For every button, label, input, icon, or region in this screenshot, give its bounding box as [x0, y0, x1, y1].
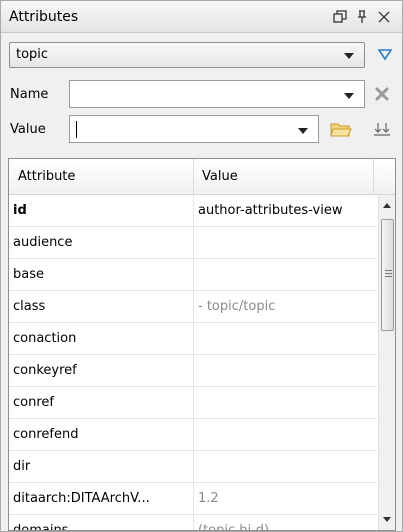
value-combo[interactable]	[69, 115, 319, 143]
chevron-down-icon[interactable]	[344, 93, 354, 99]
attribute-name-cell[interactable]: dir	[9, 451, 194, 483]
attribute-name-cell[interactable]: conaction	[9, 323, 194, 355]
table-row[interactable]: conaction	[9, 323, 377, 355]
remove-attribute-icon[interactable]	[371, 83, 393, 105]
attribute-value-cell[interactable]: (topic hi-d)	[194, 515, 377, 530]
attribute-value-cell[interactable]	[194, 259, 377, 291]
table-row[interactable]: dir	[9, 451, 377, 483]
attribute-name-cell[interactable]: base	[9, 259, 194, 291]
table-row[interactable]: class - topic/topic	[9, 291, 377, 323]
table-row[interactable]: domains (topic hi-d)	[9, 515, 377, 530]
element-select-value: topic	[16, 47, 49, 62]
attribute-value-cell[interactable]: - topic/topic	[194, 291, 377, 323]
scroll-down-icon[interactable]	[383, 517, 391, 522]
table-row[interactable]: conkeyref	[9, 355, 377, 387]
value-input[interactable]	[74, 119, 274, 139]
maximize-icon[interactable]	[330, 7, 350, 27]
chevron-down-icon	[344, 53, 354, 59]
attribute-name-cell[interactable]: conrefend	[9, 419, 194, 451]
attribute-name-cell[interactable]: domains	[9, 515, 194, 530]
column-header-value[interactable]: Value	[194, 159, 374, 195]
panel-title-bar: Attributes	[1, 1, 402, 33]
chevron-down-icon[interactable]	[298, 128, 308, 134]
attribute-name-cell[interactable]: conref	[9, 387, 194, 419]
pin-icon[interactable]	[352, 7, 372, 27]
name-input[interactable]	[74, 84, 324, 104]
panel-title: Attributes	[9, 9, 79, 25]
scroll-up-icon[interactable]	[383, 203, 391, 208]
table-row[interactable]: id author-attributes-view	[9, 195, 377, 227]
attribute-value-cell[interactable]: 1.2	[194, 483, 377, 515]
value-label: Value	[10, 122, 46, 137]
table-row[interactable]: audience	[9, 227, 377, 259]
attribute-value-cell[interactable]: author-attributes-view	[194, 195, 377, 227]
table-row[interactable]: base	[9, 259, 377, 291]
attribute-name-cell[interactable]: conkeyref	[9, 355, 194, 387]
attribute-name-cell[interactable]: ditaarch:DITAArchV...	[9, 483, 194, 515]
attributes-table: Attribute Value id author-attributes-view…	[8, 158, 396, 531]
vertical-scrollbar[interactable]	[378, 195, 395, 530]
name-label: Name	[10, 87, 49, 102]
close-icon[interactable]	[374, 7, 394, 27]
attribute-value-cell[interactable]	[194, 227, 377, 259]
table-header: Attribute Value	[9, 159, 395, 195]
attribute-value-cell[interactable]	[194, 419, 377, 451]
sort-icon[interactable]	[371, 118, 393, 140]
attributes-panel: Attributes topic Name Value Attribute Va…	[0, 0, 403, 532]
table-row[interactable]: ditaarch:DITAArchV... 1.2	[9, 483, 377, 515]
name-combo[interactable]	[69, 80, 365, 108]
filter-icon[interactable]	[377, 47, 393, 63]
attribute-value-cell[interactable]	[194, 323, 377, 355]
attribute-value-cell[interactable]	[194, 451, 377, 483]
column-header-attribute[interactable]: Attribute	[9, 159, 194, 195]
table-body: id author-attributes-view audience base clas…	[9, 195, 377, 530]
attribute-value-cell[interactable]	[194, 387, 377, 419]
attribute-name-cell[interactable]: id	[9, 195, 194, 227]
element-select[interactable]: topic	[9, 42, 365, 68]
scroll-thumb[interactable]	[381, 219, 394, 331]
attribute-name-cell[interactable]: class	[9, 291, 194, 323]
attribute-value-cell[interactable]	[194, 355, 377, 387]
folder-icon[interactable]	[330, 118, 352, 140]
attribute-name-cell[interactable]: audience	[9, 227, 194, 259]
table-row[interactable]: conrefend	[9, 419, 377, 451]
table-row[interactable]: conref	[9, 387, 377, 419]
